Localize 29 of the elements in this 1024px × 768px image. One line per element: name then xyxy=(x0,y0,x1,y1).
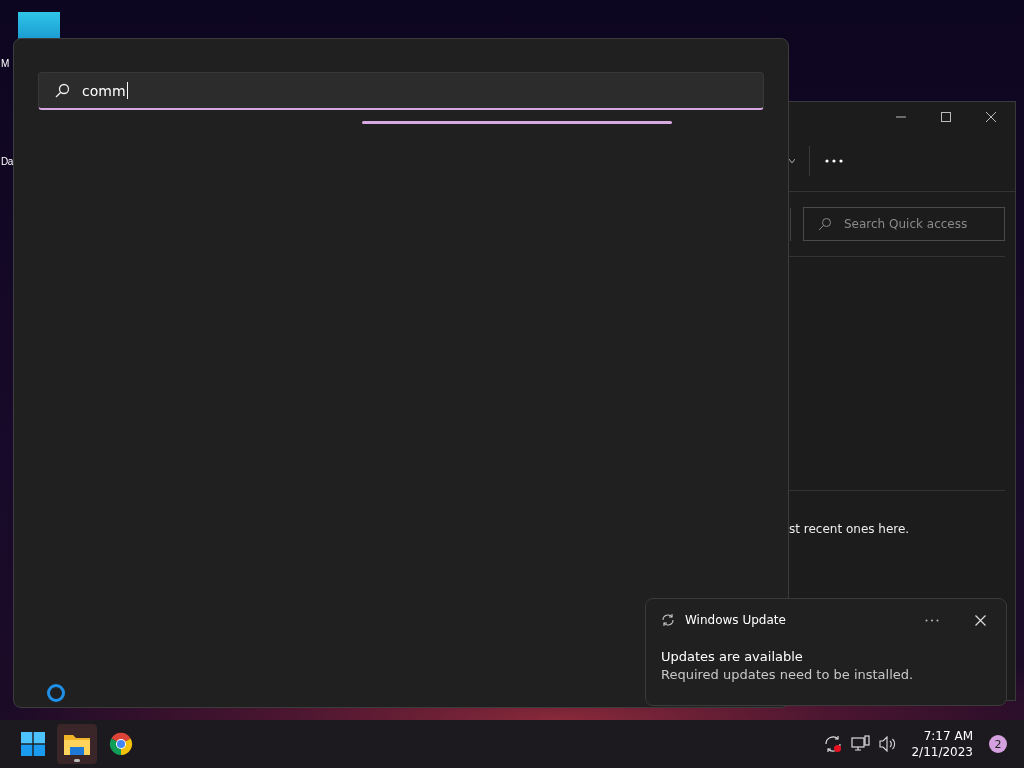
windows-logo-icon xyxy=(21,732,45,756)
notification-count-badge[interactable]: 2 xyxy=(989,735,1007,753)
empty-message: st recent ones here. xyxy=(789,522,910,536)
search-field[interactable]: comm xyxy=(38,72,764,110)
close-icon[interactable] xyxy=(985,111,997,123)
desktop-icon-label[interactable]: Da xyxy=(1,156,13,167)
maximize-icon[interactable] xyxy=(940,111,952,123)
volume-icon[interactable] xyxy=(879,736,898,752)
folder-icon xyxy=(64,733,90,755)
loading-spinner-icon xyxy=(46,683,66,703)
notification-app-name: Windows Update xyxy=(685,613,787,627)
search-field[interactable]: Search Quick access xyxy=(803,207,1005,241)
chevron-icon[interactable] xyxy=(789,158,795,164)
more-icon[interactable] xyxy=(925,618,939,622)
notification-body: Required updates need to be installed. xyxy=(661,667,915,682)
sync-alert-icon[interactable] xyxy=(823,734,844,754)
network-icon[interactable] xyxy=(851,735,872,753)
desktop-app-icon[interactable] xyxy=(18,12,60,40)
browser-icon xyxy=(109,732,133,756)
close-icon[interactable] xyxy=(975,614,986,626)
taskbar-app[interactable] xyxy=(57,724,97,764)
more-icon[interactable] xyxy=(825,159,843,163)
desktop-icon-label[interactable]: M xyxy=(1,58,9,69)
notification-title: Updates are available xyxy=(661,649,804,664)
notification-toast[interactable]: Windows Update Updates are available Required updates need to be installed. xyxy=(645,598,1007,706)
sync-icon xyxy=(661,613,675,627)
clock[interactable]: 7:17 AM 2/11/2023 xyxy=(911,728,973,760)
search-icon xyxy=(818,217,832,231)
search-icon xyxy=(55,83,70,98)
